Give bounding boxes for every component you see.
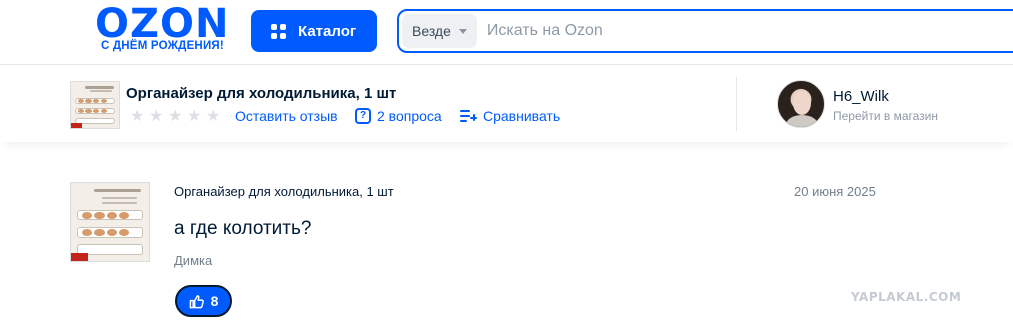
product-thumbnail[interactable] — [70, 81, 120, 129]
star-icon: ★ — [149, 106, 164, 125]
catalog-button[interactable]: Каталог — [251, 10, 377, 52]
seller-avatar[interactable] — [777, 80, 825, 128]
top-header: OZON С ДНЁМ РОЖДЕНИЯ! Каталог Везде — [0, 0, 1013, 64]
divider — [736, 77, 737, 131]
question-product-thumbnail[interactable] — [70, 182, 150, 262]
star-icon: ★ — [206, 106, 221, 125]
question-date: 20 июня 2025 — [794, 184, 876, 199]
grid-icon — [271, 23, 286, 39]
logo-subtitle: С ДНЁМ РОЖДЕНИЯ! — [101, 40, 224, 52]
like-count: 8 — [210, 293, 219, 309]
catalog-label: Каталог — [298, 22, 357, 40]
question-author: Димка — [174, 253, 213, 268]
seller-name[interactable]: H6_Wilk — [833, 88, 889, 105]
compare-link[interactable]: Сравнивать — [460, 108, 560, 124]
compare-label: Сравнивать — [483, 108, 561, 124]
star-icon: ★ — [168, 106, 183, 125]
like-button[interactable]: 8 — [175, 285, 232, 317]
leave-review-link[interactable]: Оставить отзыв — [235, 108, 338, 124]
product-summary-bar: Органайзер для холодильника, 1 шт ★ ★ ★ … — [0, 64, 1013, 142]
caret-down-icon — [458, 28, 467, 34]
compare-list-icon — [460, 109, 477, 123]
leave-review-label: Оставить отзыв — [235, 108, 338, 124]
product-title[interactable]: Органайзер для холодильника, 1 шт — [126, 85, 396, 102]
ozon-logo[interactable]: OZON С ДНЁМ РОЖДЕНИЯ! — [95, 2, 235, 58]
search-input[interactable] — [486, 22, 967, 40]
watermark: YAPLAKAL.COM — [851, 290, 962, 304]
question-bubble-icon: ? — [355, 108, 371, 124]
question-product-name[interactable]: Органайзер для холодильника, 1 шт — [174, 184, 394, 199]
search-bar: Везде — [397, 9, 1013, 53]
star-icon: ★ — [130, 106, 145, 125]
questions-link[interactable]: ? 2 вопроса — [355, 108, 442, 124]
question-text: а где колотить? — [174, 218, 312, 239]
rating-stars: ★ ★ ★ ★ ★ — [130, 106, 221, 125]
star-icon: ★ — [187, 106, 202, 125]
questions-label: 2 вопроса — [377, 108, 442, 124]
search-scope-label: Везде — [412, 23, 451, 39]
thumbs-up-icon — [189, 294, 204, 308]
go-to-store-link[interactable]: Перейти в магазин — [833, 109, 938, 123]
search-scope-select[interactable]: Везде — [402, 14, 477, 48]
